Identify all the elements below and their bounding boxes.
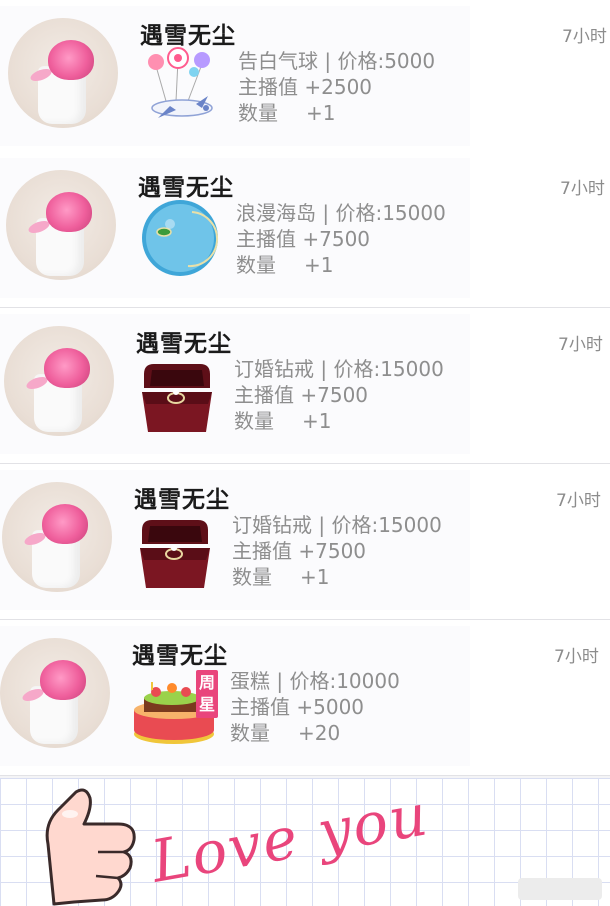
streamer-score: 主播值 +5000 bbox=[230, 695, 365, 719]
weekly-star-badge: 周星 bbox=[196, 670, 218, 718]
avatar[interactable] bbox=[4, 326, 114, 436]
streamer-score: 主播值 +7500 bbox=[236, 227, 371, 251]
streamer-score: 主播值 +7500 bbox=[234, 383, 369, 407]
username[interactable]: 遇雪无尘 bbox=[136, 324, 232, 358]
gift-info: 蛋糕 | 价格:10000 主播值 +5000 数量 +20 bbox=[230, 668, 400, 746]
quantity-value: +1 bbox=[302, 409, 332, 433]
avatar[interactable] bbox=[6, 170, 116, 280]
quantity-value: +20 bbox=[298, 721, 341, 745]
quantity-value: +1 bbox=[306, 101, 336, 125]
username[interactable]: 遇雪无尘 bbox=[140, 16, 236, 50]
ring-box-icon bbox=[140, 520, 210, 588]
island-icon bbox=[142, 200, 218, 276]
thumbs-up-icon bbox=[45, 788, 136, 906]
avatar[interactable] bbox=[0, 638, 110, 748]
gift-info: 告白气球 | 价格:5000 主播值 +2500 数量 +1 bbox=[238, 48, 435, 126]
quantity-label: 数量 bbox=[230, 721, 270, 745]
username[interactable]: 遇雪无尘 bbox=[134, 480, 230, 514]
gift-record[interactable]: 遇雪无尘 7小时 浪漫海岛 | 价格:15000 主播值 +7500 数量 +1 bbox=[0, 152, 610, 308]
love-you-text: Love you bbox=[146, 780, 434, 896]
timestamp: 7小时 bbox=[558, 335, 603, 355]
timestamp: 7小时 bbox=[562, 27, 607, 47]
gift-name-price: 告白气球 | 价格:5000 bbox=[238, 49, 436, 73]
username[interactable]: 遇雪无尘 bbox=[132, 636, 228, 670]
gift-name-price: 蛋糕 | 价格:10000 bbox=[230, 669, 400, 693]
love-you-sticker: Love you bbox=[0, 778, 610, 906]
avatar[interactable] bbox=[2, 482, 112, 592]
gift-name-price: 订婚钻戒 | 价格:15000 bbox=[232, 513, 442, 537]
gift-record[interactable]: 遇雪无尘 7小时 告白气球 | 价格:5000 主播值 +2500 数量 +1 bbox=[0, 0, 610, 156]
gift-info: 订婚钻戒 | 价格:15000 主播值 +7500 数量 +1 bbox=[234, 356, 444, 434]
avatar[interactable] bbox=[8, 18, 118, 128]
balloon-plane-icon bbox=[148, 47, 213, 118]
gift-name-price: 浪漫海岛 | 价格:15000 bbox=[236, 201, 446, 225]
watermark bbox=[518, 878, 602, 900]
gift-info: 浪漫海岛 | 价格:15000 主播值 +7500 数量 +1 bbox=[236, 200, 446, 278]
username[interactable]: 遇雪无尘 bbox=[138, 168, 234, 202]
gift-record[interactable]: 遇雪无尘 7小时 订婚钻戒 | 价格:15000 主播值 +7500 数量 +1 bbox=[0, 464, 610, 620]
quantity-value: +1 bbox=[304, 253, 334, 277]
quantity-label: 数量 bbox=[234, 409, 274, 433]
ring-box-icon bbox=[142, 364, 212, 432]
streamer-score: 主播值 +2500 bbox=[238, 75, 373, 99]
quantity-label: 数量 bbox=[236, 253, 276, 277]
timestamp: 7小时 bbox=[560, 179, 605, 199]
timestamp: 7小时 bbox=[556, 491, 601, 511]
gift-record[interactable]: 遇雪无尘 7小时 订婚钻戒 | 价格:15000 主播值 +7500 数量 +1 bbox=[0, 308, 610, 464]
weekly-star-label: 周星 bbox=[198, 673, 215, 714]
timestamp: 7小时 bbox=[554, 647, 599, 667]
quantity-value: +1 bbox=[300, 565, 330, 589]
quantity-label: 数量 bbox=[238, 101, 278, 125]
gift-record[interactable]: 遇雪无尘 7小时 周星 蛋糕 | 价格:10000 主播值 +5000 数量 +2… bbox=[0, 620, 610, 776]
streamer-score: 主播值 +7500 bbox=[232, 539, 367, 563]
quantity-label: 数量 bbox=[232, 565, 272, 589]
gift-name-price: 订婚钻戒 | 价格:15000 bbox=[234, 357, 444, 381]
gift-info: 订婚钻戒 | 价格:15000 主播值 +7500 数量 +1 bbox=[232, 512, 442, 590]
